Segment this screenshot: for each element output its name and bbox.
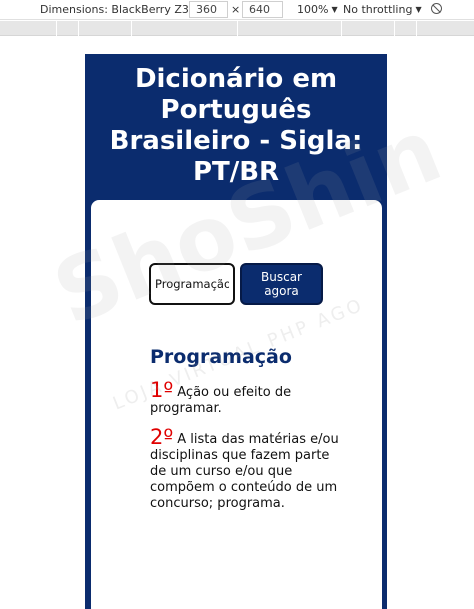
throttling-select[interactable]: No throttling ▼ (343, 3, 422, 16)
ruler-divider (131, 21, 132, 36)
ruler-divider (237, 21, 238, 36)
block-icon[interactable] (431, 3, 442, 14)
ruler-divider (341, 21, 342, 36)
zoom-label: 100% (297, 3, 329, 16)
definition-text: A lista das matérias e/ou disciplinas qu… (150, 432, 339, 511)
search-button[interactable]: Buscar agora (240, 263, 323, 305)
width-input[interactable]: 360 (189, 1, 228, 18)
definition-number: 2º (150, 425, 174, 449)
media-query-ruler (0, 21, 474, 36)
page-title: Dicionário em Português Brasileiro - Sig… (109, 64, 363, 187)
ruler-divider (416, 21, 417, 36)
result-word-title: Programação (150, 346, 292, 368)
ruler-divider (394, 21, 395, 36)
times-glyph: × (231, 3, 241, 16)
ruler-divider (56, 21, 57, 36)
emulated-page: Dicionário em Português Brasileiro - Sig… (85, 54, 387, 609)
search-input[interactable] (149, 263, 235, 305)
definition-item: 1º Ação ou efeito de programar. (150, 380, 340, 417)
height-input[interactable]: 640 (242, 1, 283, 18)
devtools-device-toolbar: Dimensions: BlackBerry Z30▼ 360 × 640 10… (0, 0, 474, 20)
search-card: Buscar agora Programação 1ºAção ou efeit… (91, 200, 382, 609)
ruler-divider (78, 21, 79, 36)
zoom-select[interactable]: 100% ▼ (297, 3, 338, 16)
definition-item: 2º A lista das matérias e/ou disciplinas … (150, 427, 340, 512)
device-select[interactable]: Dimensions: BlackBerry Z30▼ (40, 3, 205, 16)
throttling-label: No throttling (343, 3, 413, 16)
chevron-down-icon: ▼ (331, 5, 338, 14)
device-select-label: Dimensions: BlackBerry Z30 (40, 3, 196, 16)
chevron-down-icon: ▼ (415, 5, 422, 14)
definition-number: 1º (150, 378, 174, 402)
